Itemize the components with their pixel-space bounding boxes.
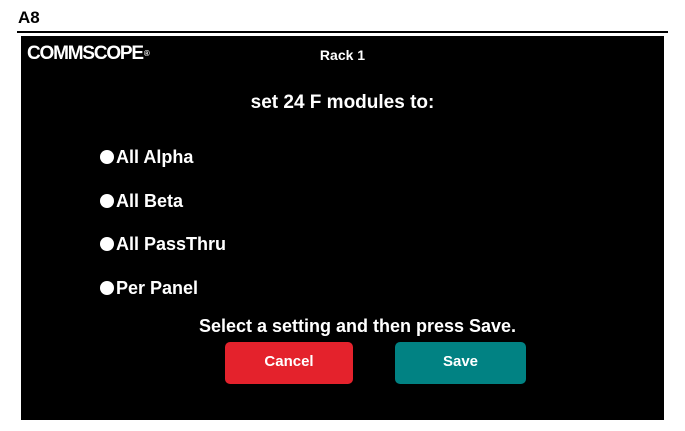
cancel-button[interactable]: Cancel — [225, 342, 353, 384]
page: A8 COMMSCOPE® Rack 1 set 24 F modules to… — [0, 0, 685, 431]
screen-title: Rack 1 — [319, 47, 366, 63]
option-all-alpha[interactable]: All Alpha — [100, 147, 193, 167]
figure-label: A8 — [18, 8, 40, 27]
option-label: Per Panel — [116, 278, 199, 298]
header-rule — [17, 31, 668, 33]
option-all-passthru[interactable]: All PassThru — [100, 234, 226, 254]
device-screen: COMMSCOPE® Rack 1 set 24 F modules to: A… — [21, 36, 664, 420]
radio-button-icon[interactable] — [100, 237, 114, 251]
option-per-panel[interactable]: Per Panel — [100, 278, 198, 298]
prompt-heading: set 24 F modules to: — [250, 92, 435, 113]
save-button[interactable]: Save — [395, 342, 526, 384]
radio-button-icon[interactable] — [100, 194, 114, 208]
option-label: All Alpha — [116, 147, 194, 167]
option-label: All Beta — [116, 191, 184, 211]
instruction-text: Select a setting and then press Save. — [198, 316, 517, 336]
option-all-beta[interactable]: All Beta — [100, 191, 183, 211]
option-label: All PassThru — [116, 234, 227, 254]
radio-button-icon[interactable] — [100, 150, 114, 164]
radio-button-icon[interactable] — [100, 281, 114, 295]
